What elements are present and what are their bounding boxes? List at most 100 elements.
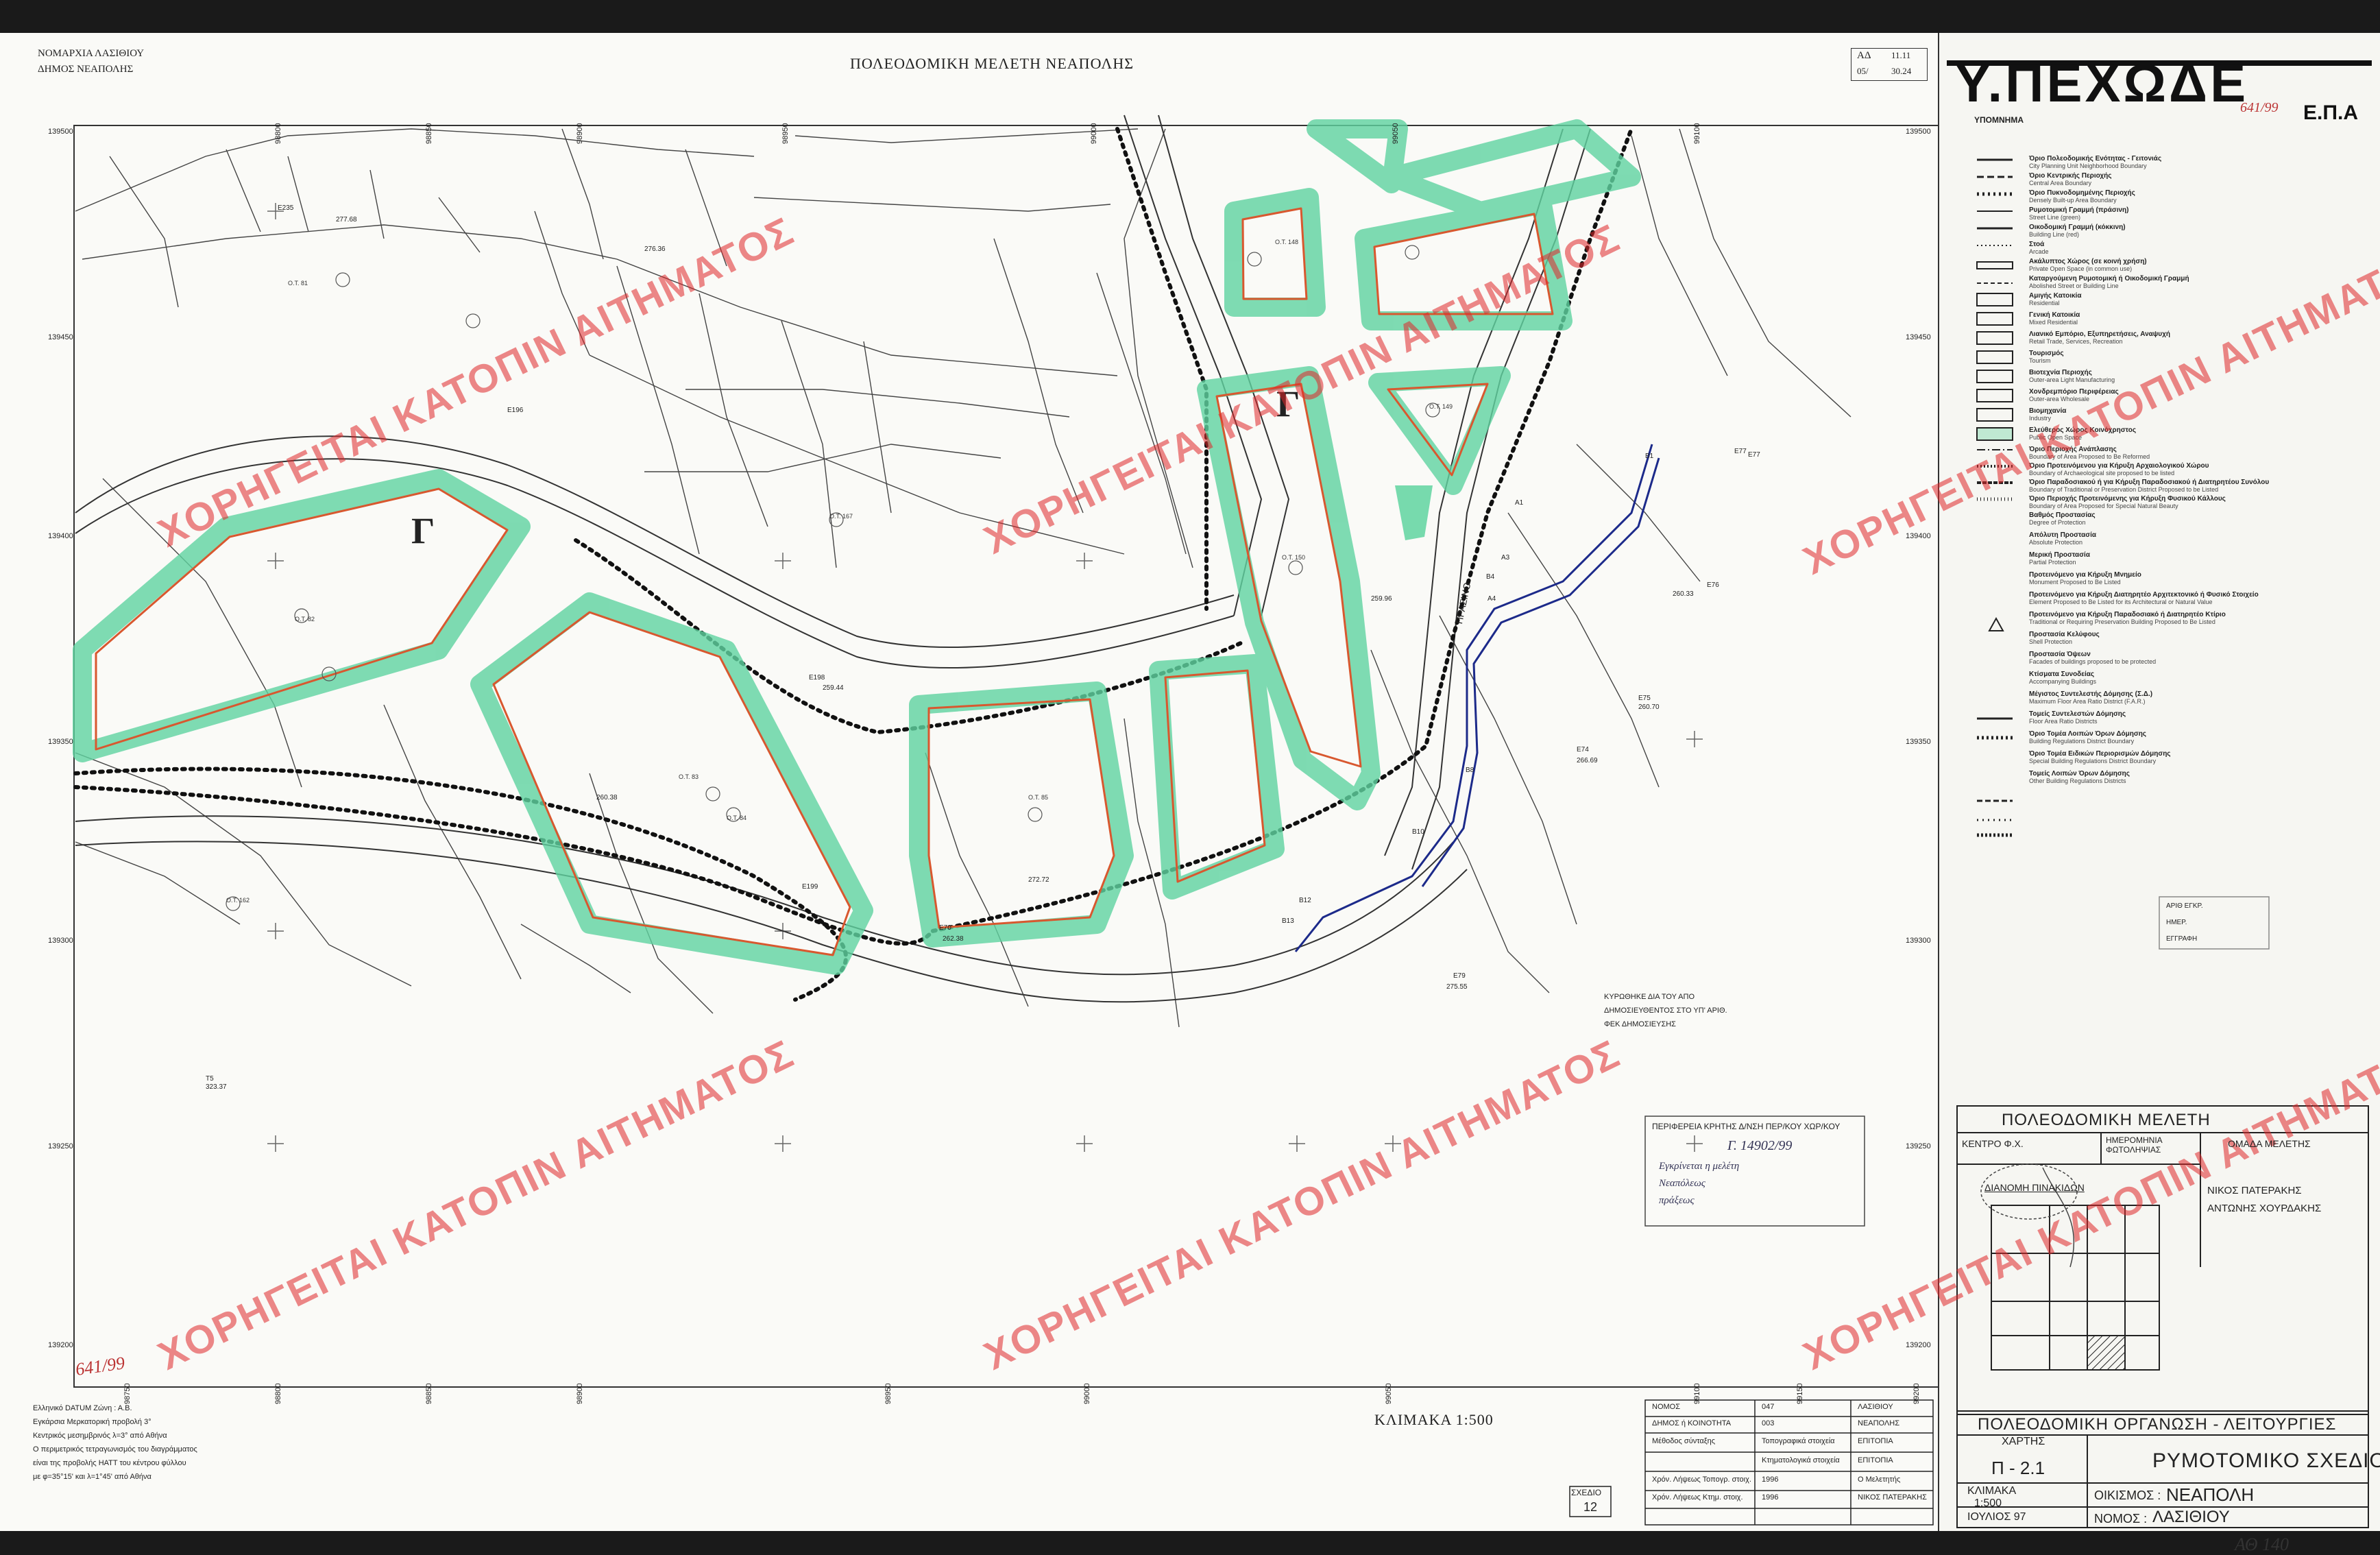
survey-point: Ε70 [939, 924, 951, 932]
legend-item-gr: Βαθμός Προστασίας [2029, 511, 2096, 519]
sheet-code-4: 30.24 [1891, 66, 1912, 76]
info-cell: Τοπογραφικά στοιχεία [1762, 1437, 1835, 1445]
elevation-label: 262.38 [943, 935, 964, 943]
grid-label-right: 139500 [1906, 128, 1931, 136]
legend-item-en: Boundary of Traditional or Preservation … [2029, 486, 2219, 493]
grid-label-bottom: 99100 [1693, 1383, 1701, 1404]
stamp-line-2: Νεαπόλεως [1659, 1178, 1705, 1189]
info-cell: ΔΗΜΟΣ ή ΚΟΙΝΟΤΗΤΑ [1652, 1419, 1732, 1427]
grid-label-right: 139300 [1906, 937, 1931, 945]
logo-subtitle: Ε.Π.Α [2303, 101, 2359, 124]
legend-item-gr: Οικοδομική Γραμμή (κόκκινη) [2029, 224, 2126, 231]
info-cell: ΕΠΙΤΟΠΙΑ [1858, 1456, 1893, 1464]
grid-label-bottom: 99050 [1385, 1383, 1393, 1404]
map-label: ΧΑΡΤΗΣ [2002, 1436, 2045, 1447]
right-stamp-2: ΗΜΕΡ. [2166, 919, 2187, 926]
info-cell: Κτηματολογικά στοιχεία [1762, 1456, 1840, 1464]
legend-item-en: Traditional or Requiring Preservation Bu… [2029, 618, 2215, 625]
grid-label-top: 98800 [274, 123, 282, 144]
grid-label-top: 98850 [425, 123, 433, 144]
survey-point: Ε196 [507, 407, 524, 414]
legend-item-en: Mixed Residential [2029, 319, 2078, 326]
stamp-line-3: πράξεως [1659, 1195, 1695, 1206]
elevation-label: 277.68 [336, 216, 357, 224]
legend-item-en: Outer-area Wholesale [2029, 396, 2090, 402]
grid-label-left: 139500 [48, 128, 73, 136]
info-cell: 047 [1762, 1403, 1775, 1411]
grid-label-left: 139300 [48, 937, 73, 945]
handwritten-code: ΑΘ 140 [2235, 1534, 2290, 1554]
grid-label-right: 139450 [1906, 333, 1931, 341]
legend-item-en: Abolished Street or Building Line [2029, 282, 2119, 289]
legend-item-en: Degree of Protection [2029, 519, 2086, 526]
legend-item-en: Floor Area Ratio Districts [2029, 718, 2098, 725]
blue-watercourse [1294, 444, 1660, 952]
legend-item-en: Absolute Protection [2029, 539, 2083, 546]
district-boundary [73, 127, 1634, 1002]
legend-item-gr: Αμιγής Κατοικία [2029, 292, 2082, 300]
info-cell: Ο Μελετητής [1858, 1475, 1901, 1484]
date-label: ΗΜΕΡΟΜΗΝΙΑ ΦΩΤΟΛΗΨΙΑΣ [2106, 1135, 2163, 1155]
info-cell: ΝΕΑΠΟΛΗΣ [1858, 1419, 1900, 1427]
sheet-label: ΣΧΕΔΙΟ [1571, 1488, 1602, 1497]
grid-label-left: 139350 [48, 738, 73, 746]
elevation-label: 275.55 [1446, 983, 1468, 991]
legend-item-en: Densely Built-up Area Boundary [2029, 197, 2117, 204]
legend-item-en: Boundary of Area Proposed for Special Na… [2029, 503, 2178, 509]
legend-item-gr: Καταργούμενη Ρυμοτομική ή Οικοδομική Γρα… [2029, 275, 2189, 282]
elevation-label: 259.44 [823, 684, 844, 692]
block-label: Ο.Τ. 150 [1282, 554, 1306, 561]
legend-item-gr: Γενική Κατοικία [2029, 311, 2080, 319]
legend-item-gr: Τουρισμός [2029, 350, 2064, 357]
map-scale: ΚΛΙΜΑΚΑ 1:500 [1374, 1411, 1494, 1428]
approval-note-3: ΦΕΚ ΔΗΜΟΣΙΕΥΣΗΣ [1604, 1020, 1676, 1028]
legend-item-en: Residential [2029, 300, 2060, 306]
grid-label-bottom: 98900 [576, 1383, 584, 1404]
sheet-code-box: ΑΔ 11.11 05/ 30.24 [1851, 48, 1928, 81]
info-cell: 1996 [1762, 1493, 1779, 1502]
legend-item-gr: Τομείς Συντελεστών Δόμησης [2029, 710, 2126, 718]
datum-line: Ελληνικό DATUM Ζώνη : Α.Β. [33, 1404, 132, 1412]
info-cell: 003 [1762, 1419, 1775, 1427]
legend-item-gr: Απόλυτη Προστασία [2029, 531, 2097, 539]
grid-label-bottom: 98950 [884, 1383, 892, 1404]
legend-item-en: Other Building Regulations Districts [2029, 778, 2126, 784]
survey-point: Α3 [1501, 554, 1510, 562]
team-member-2: ΑΝΤΩΝΗΣ ΧΟΥΡΔΑΚΗΣ [2207, 1203, 2322, 1214]
survey-point: Ε198 [809, 674, 825, 682]
map-sheet: ΝΟΜΑΡΧΙΑ ΛΑΣΙΘΙΟΥ ΔΗΜΟΣ ΝΕΑΠΟΛΗΣ ΠΟΛΕΟΔΟ… [0, 33, 2380, 1554]
legend-item-gr: Κτίσματα Συνοδείας [2029, 671, 2095, 678]
legend-item-gr: Όριο Παραδοσιακού ή για Κήρυξη Παραδοσια… [2029, 479, 2270, 486]
legend-item-gr: Προτεινόμενο για Κήρυξη Διατηρητέο Αρχιτ… [2029, 591, 2259, 599]
grid-label-top: 98950 [781, 123, 790, 144]
scale-value: 1:500 [1974, 1497, 2002, 1509]
right-stamp-1: ΑΡΙΘ ΕΓΚΡ. [2166, 902, 2203, 910]
block-label: Ο.Τ. 84 [727, 815, 747, 821]
legend-item-gr: Προτεινόμενο για Κήρυξη Μνημείο [2029, 571, 2141, 579]
legend-item-en: Shell Protection [2029, 638, 2073, 645]
survey-point: Β4 [1486, 573, 1495, 581]
block-label: Ο.Τ. 167 [829, 513, 853, 520]
grid-label-left: 139200 [48, 1341, 73, 1349]
legend-item-en: Partial Protection [2029, 559, 2076, 566]
legend-item-en: Building Line (red) [2029, 231, 2080, 238]
zone-label-1: Γ [411, 510, 435, 551]
block-label: Ο.Τ. 148 [1275, 239, 1299, 245]
block-label: Ο.Τ. 81 [288, 280, 308, 287]
block-label: Ο.Τ. 85 [1028, 794, 1049, 801]
legend-item-gr: Όριο Τομέα Ειδικών Περιορισμών Δόμησης [2029, 750, 2171, 758]
cadastral-map-drawing [73, 33, 2380, 1531]
datum-line: Κεντρικός μεσημβρινός λ=3° από Αθήνα [33, 1432, 167, 1440]
right-stamp-3: ΕΓΓΡΑΦΗ [2166, 935, 2198, 943]
survey-point: Ε77 [1748, 451, 1760, 459]
elevation-label: 260.38 [596, 794, 618, 801]
team-label: ΟΜΑΔΑ ΜΕΛΕΤΗΣ [2228, 1138, 2311, 1149]
survey-point: Α1 [1515, 499, 1524, 507]
legend-item-gr: Ακάλυπτος Χώρος (σε κοινή χρήση) [2029, 258, 2147, 265]
legend-item-gr: Βιοτεχνία Περιοχής [2029, 369, 2092, 376]
grid-label-right: 139200 [1906, 1341, 1931, 1349]
survey-point: Β12 [1299, 897, 1311, 904]
grid-label-bottom: 98750 [123, 1383, 132, 1404]
approval-note-2: ΔΗΜΟΣΙΕΥΘΕΝΤΟΣ ΣΤΟ ΥΠ' ΑΡΙΘ. [1604, 1006, 1727, 1015]
grid-label-top: 98900 [576, 123, 584, 144]
